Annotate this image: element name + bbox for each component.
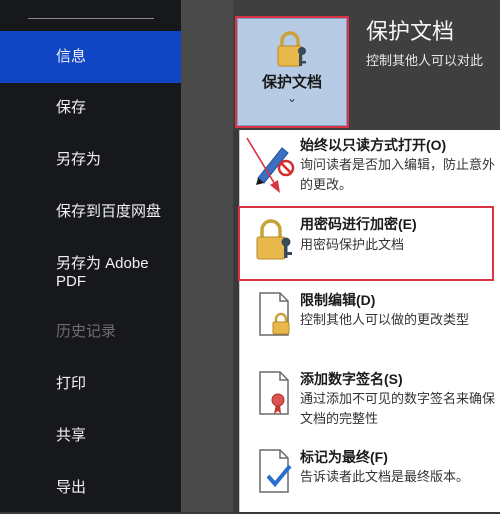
pencil-no-icon [256,147,295,185]
menu-item-description: 控制其他人可以做的更改类型 [300,312,470,327]
sidebar-item-save-to-baidu[interactable]: 保存到百度网盘 [0,186,181,238]
menu-item-title: 添加数字签名(S) [300,371,403,387]
menu-item-description: 通过添加不可见的数字签名来确保文档的完整性 [300,391,496,426]
menu-item-title: 限制编辑(D) [300,292,376,308]
sidebar-item-label: 另存为 Adobe PDF [56,255,149,290]
sidebar-item-export[interactable]: 导出 [0,462,181,514]
protect-document-label: 保护文档 [261,74,322,91]
menu-item-description: 用密码保护此文档 [300,237,405,252]
backstage-sidebar: 信息 保存 另存为 保存到百度网盘 另存为 Adobe PDF 历史记录 打印 … [0,0,181,512]
menu-item-description: 告诉读者此文档是最终版本。 [300,469,470,484]
sidebar-item-history: 历史记录 [0,306,181,358]
menu-item-title: 标记为最终(F) [300,449,388,465]
document-check-icon [259,449,292,493]
sidebar-item-save-as-pdf[interactable]: 另存为 Adobe PDF [0,245,181,301]
sidebar-item-label: 打印 [56,375,87,392]
lock-key-icon [256,219,292,260]
sidebar-item-label: 保存到百度网盘 [56,203,162,220]
sidebar-item-label: 另存为 [56,151,102,168]
sidebar-divider [28,18,154,19]
document-ribbon-icon [259,371,289,415]
sidebar-item-label: 导出 [56,479,87,496]
protect-document-button[interactable]: 保护文档 ⌄ [237,18,347,126]
menu-item-title: 始终以只读方式打开(O) [300,137,447,153]
sidebar-item-label: 保存 [56,99,87,116]
sidebar-item-save-as[interactable]: 另存为 [0,134,181,186]
content-gutter [181,0,233,512]
menu-item-always-read-only[interactable]: 始终以只读方式打开(O) 询问读者是否加入编辑，防止意外的更改。 [240,130,500,204]
page-title: 保护文档 [366,19,455,44]
page-description: 控制其他人可以对此 [366,53,484,68]
sidebar-item-label: 信息 [56,48,87,65]
menu-item-title: 用密码进行加密(E) [300,216,417,232]
menu-item-add-digital-signature[interactable]: 添加数字签名(S) 通过添加不可见的数字签名来确保文档的完整性 [240,364,500,438]
menu-item-mark-as-final[interactable]: 标记为最终(F) 告诉读者此文档是最终版本。 [240,442,500,512]
sidebar-item-print[interactable]: 打印 [0,358,181,410]
menu-item-encrypt-with-password[interactable]: 用密码进行加密(E) 用密码保护此文档 [240,208,500,278]
sidebar-item-info[interactable]: 信息 [0,31,181,83]
protect-document-menu: 始终以只读方式打开(O) 询问读者是否加入编辑，防止意外的更改。 用密码进行加密… [239,130,500,512]
chevron-down-icon: ⌄ [286,91,298,105]
sidebar-item-label: 历史记录 [56,323,117,340]
sidebar-item-label: 共享 [56,427,87,444]
lock-key-icon [277,31,306,67]
document-lock-icon [259,292,290,336]
menu-item-restrict-editing[interactable]: 限制编辑(D) 控制其他人可以做的更改类型 [240,285,500,359]
sidebar-item-save[interactable]: 保存 [0,82,181,134]
sidebar-item-share[interactable]: 共享 [0,410,181,462]
menu-item-description: 询问读者是否加入编辑，防止意外的更改。 [300,157,496,192]
